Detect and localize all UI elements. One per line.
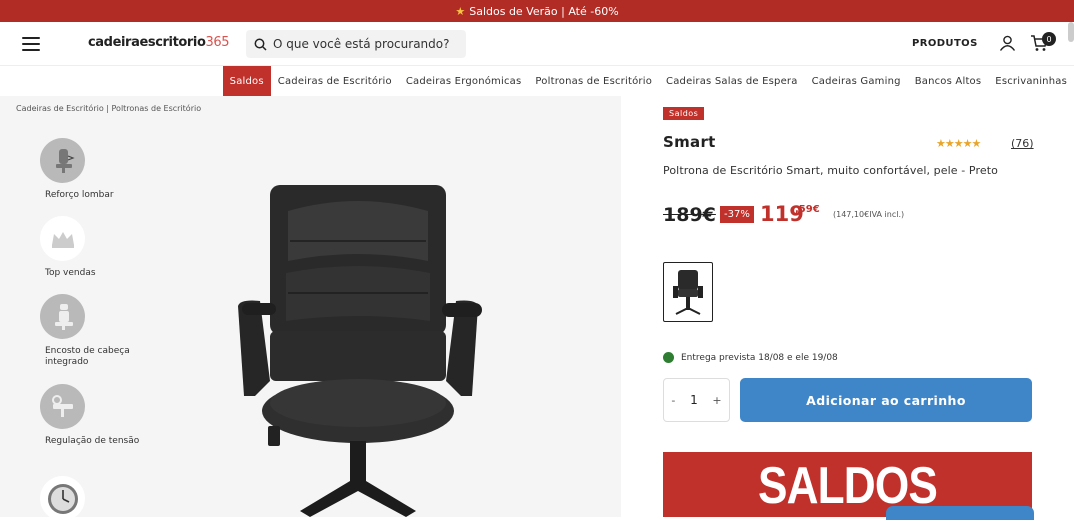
increase-quantity-button[interactable]: + <box>712 394 721 407</box>
product-info: Saldos Smart ★★★★★ (76) Poltrona de Escr… <box>621 96 1074 517</box>
search-input[interactable] <box>273 37 453 51</box>
chat-widget[interactable] <box>886 506 1034 520</box>
product-image[interactable] <box>230 181 490 521</box>
star-icon: ★ <box>455 4 466 18</box>
decrease-quantity-button[interactable]: - <box>671 394 675 407</box>
search-icon <box>254 38 267 51</box>
product-description: Poltrona de Escritório Smart, muito conf… <box>663 164 998 177</box>
feature-label: Top vendas <box>45 268 96 278</box>
reviews-link[interactable]: (76) <box>1011 137 1034 150</box>
delivery-info: Entrega prevista 18/08 e ele 19/08 <box>663 352 838 363</box>
discount-badge: -37% <box>720 206 754 223</box>
promo-bar[interactable]: ★ Saldos de Verão | Até -60% <box>0 0 1074 22</box>
feature-lumbar: Reforço lombar <box>40 138 160 201</box>
new-price-cents: ,59€ <box>795 204 820 215</box>
user-icon[interactable] <box>999 35 1016 51</box>
logo-number: 365 <box>205 35 230 50</box>
clock-icon <box>40 476 85 521</box>
nav-item-desks[interactable]: Escrivaninhas <box>988 66 1074 96</box>
nav-item-ergonomic-chairs[interactable]: Cadeiras Ergonómicas <box>399 66 529 96</box>
nav-item-high-stools[interactable]: Bancos Altos <box>908 66 989 96</box>
nav-item-gaming-chairs[interactable]: Cadeiras Gaming <box>805 66 908 96</box>
promo-text: Saldos de Verão | Até -60% <box>469 4 619 18</box>
feature-clock <box>40 476 160 521</box>
feature-tension: Regulação de tensão <box>40 384 160 447</box>
search-bar[interactable] <box>246 30 466 58</box>
feature-label: Regulação de tensão <box>45 436 140 446</box>
old-price: 189€ <box>663 204 716 226</box>
product-gallery: Cadeiras de Escritório | Poltronas de Es… <box>0 96 621 521</box>
nav-item-waiting-room-chairs[interactable]: Cadeiras Salas de Espera <box>659 66 805 96</box>
products-link[interactable]: PRODUTOS <box>912 38 978 49</box>
vat-info: (147,10€IVA incl.) <box>833 210 905 219</box>
rating-stars[interactable]: ★★★★★ <box>936 137 981 150</box>
headrest-icon <box>40 294 85 339</box>
nav-item-office-armchairs[interactable]: Poltronas de Escritório <box>528 66 659 96</box>
feature-top-sales: Top vendas <box>40 216 160 279</box>
product-name: Smart <box>663 133 716 151</box>
feature-label: Encosto de cabeça integrado <box>45 346 130 367</box>
nav-item-office-chairs[interactable]: Cadeiras de Escritório <box>271 66 399 96</box>
nav-item-saldos[interactable]: Saldos <box>222 66 271 96</box>
scrollbar[interactable] <box>1068 22 1074 42</box>
product-thumbnail[interactable] <box>663 262 713 322</box>
delivery-status-icon <box>663 352 674 363</box>
logo-text: cadeiraescritorio <box>88 35 206 50</box>
menu-icon[interactable] <box>22 37 40 51</box>
tension-icon <box>40 384 85 429</box>
header: cadeiraescritorio365 PRODUTOS 0 <box>0 22 1074 66</box>
cart-count-badge: 0 <box>1042 32 1056 46</box>
breadcrumb[interactable]: Cadeiras de Escritório | Poltronas de Es… <box>16 104 201 113</box>
lumbar-support-icon <box>40 138 85 183</box>
add-to-cart-button[interactable]: Adicionar ao carrinho <box>740 378 1032 422</box>
delivery-text: Entrega prevista 18/08 e ele 19/08 <box>681 352 838 363</box>
category-nav: Saldos Cadeiras de Escritório Cadeiras E… <box>0 66 1074 96</box>
feature-label: Reforço lombar <box>45 190 114 200</box>
quantity-value[interactable]: 1 <box>690 393 698 407</box>
site-logo[interactable]: cadeiraescritorio365 <box>88 35 230 50</box>
quantity-stepper[interactable]: - 1 + <box>663 378 730 422</box>
sale-badge: Saldos <box>663 107 705 120</box>
feature-headrest: Encosto de cabeça integrado <box>40 294 160 368</box>
crown-icon <box>40 216 85 261</box>
